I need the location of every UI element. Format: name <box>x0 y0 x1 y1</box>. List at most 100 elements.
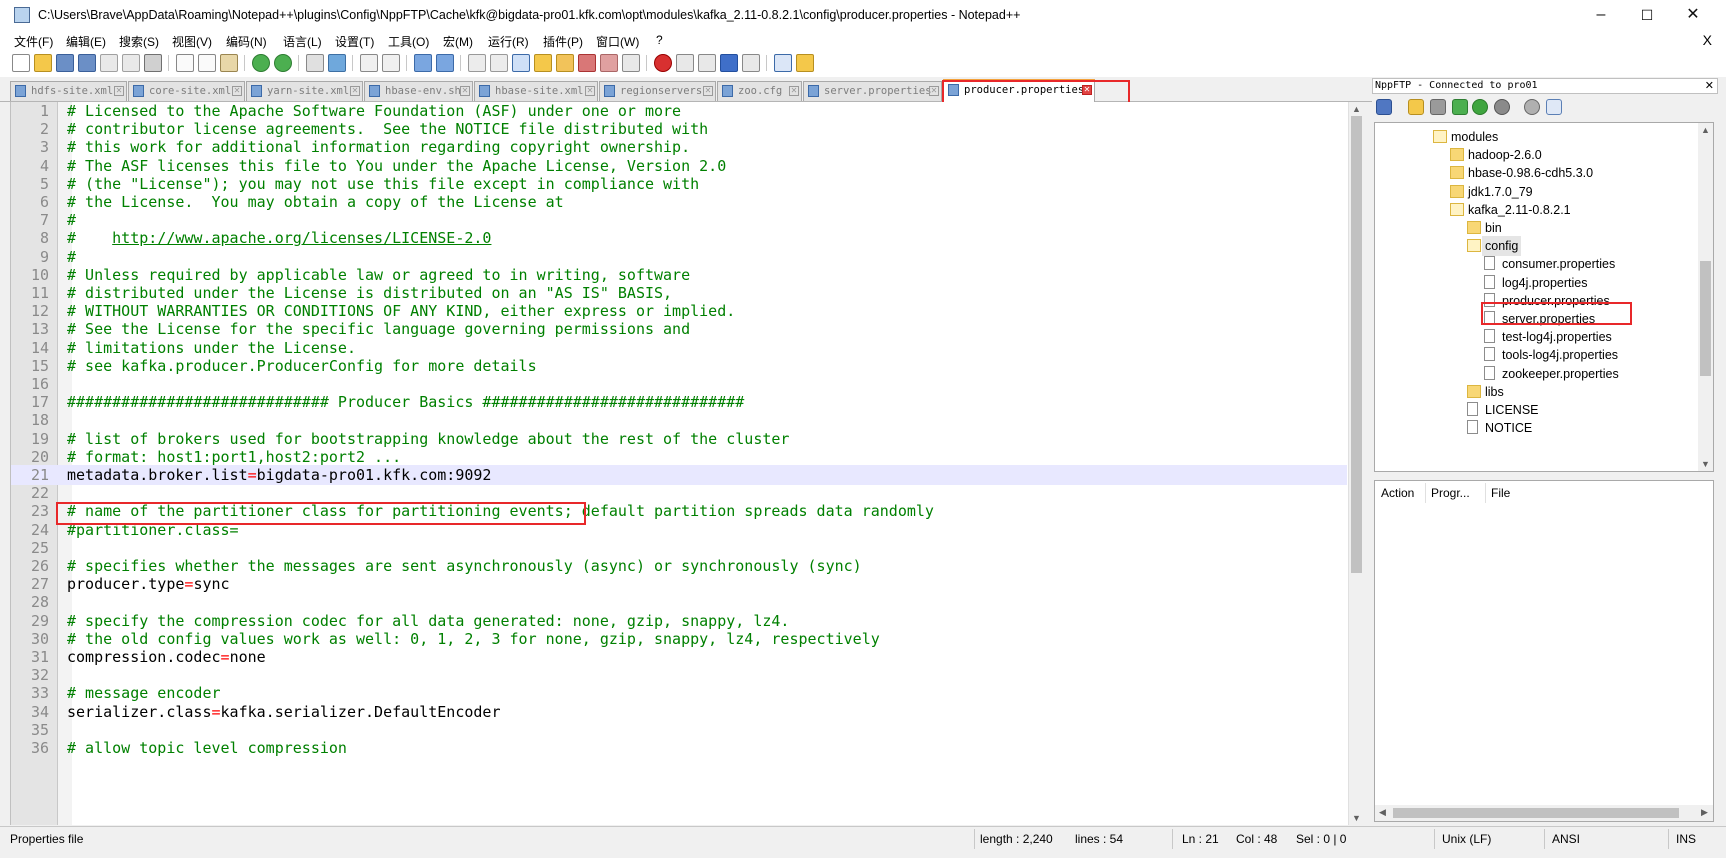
close-tab-icon[interactable]: ✕ <box>350 86 360 96</box>
editor-vertical-scrollbar[interactable]: ▲ ▼ <box>1348 102 1363 825</box>
ftp-file-tree[interactable]: modules hadoop-2.6.0 hbase-0.98.6-cdh5.3.0… <box>1374 122 1714 472</box>
menu-file[interactable]: 文件(F) <box>14 33 53 50</box>
code-line[interactable]: 28 <box>11 592 1347 612</box>
code-line[interactable]: 22 <box>11 483 1347 503</box>
close-document-button[interactable]: X <box>1703 32 1712 48</box>
menu-settings[interactable]: 设置(T) <box>335 33 374 50</box>
tree-vertical-scrollbar[interactable]: ▲ ▼ <box>1698 123 1713 471</box>
save-macro-icon[interactable] <box>742 54 760 72</box>
queue-col-file[interactable]: File <box>1491 486 1510 500</box>
new-file-icon[interactable] <box>12 54 30 72</box>
monitoring-icon[interactable] <box>622 54 640 72</box>
refresh-icon[interactable] <box>1472 99 1488 115</box>
code-line[interactable]: 36 # allow topic level compression <box>11 738 1347 758</box>
close-file-icon[interactable] <box>100 54 118 72</box>
close-tab-icon[interactable]: ✕ <box>789 86 799 96</box>
menu-edit[interactable]: 编辑(E) <box>66 33 106 50</box>
spell-check-icon[interactable] <box>774 54 792 72</box>
queue-col-progress[interactable]: Progr... <box>1431 486 1470 500</box>
tab-hbase-env[interactable]: hbase-env.sh ✕ <box>364 81 473 101</box>
code-line[interactable]: 25 <box>11 538 1347 558</box>
tab-hbase-site[interactable]: hbase-site.xml ✕ <box>474 81 598 101</box>
close-all-icon[interactable] <box>122 54 140 72</box>
code-line[interactable]: 15 # see kafka.producer.ProducerConfig fo… <box>11 356 1347 376</box>
code-line[interactable]: 11 # distributed under the License is dis… <box>11 283 1347 303</box>
find-icon[interactable] <box>306 54 324 72</box>
code-line[interactable]: 13 # See the License for the specific lan… <box>11 319 1347 339</box>
tab-core-site[interactable]: core-site.xml ✕ <box>128 81 245 101</box>
sync-horizontal-icon[interactable] <box>436 54 454 72</box>
code-line[interactable]: 26 # specifies whether the messages are s… <box>11 556 1347 576</box>
code-line[interactable]: 32 <box>11 665 1347 685</box>
scroll-thumb[interactable] <box>1700 261 1711 376</box>
code-line[interactable]: 34 serializer.class=kafka.serializer.Defa… <box>11 702 1347 722</box>
menu-plugins[interactable]: 插件(P) <box>543 33 583 50</box>
message-window-icon[interactable] <box>1546 99 1562 115</box>
menu-window[interactable]: 窗口(W) <box>596 33 639 50</box>
code-line[interactable]: 24 #partitioner.class= <box>11 520 1347 540</box>
show-all-characters-icon[interactable] <box>490 54 508 72</box>
menu-encoding[interactable]: 编码(N) <box>226 33 267 50</box>
code-line[interactable]: 21 metadata.broker.list=bigdata-pro01.kfk… <box>11 465 1347 485</box>
menu-help[interactable]: ? <box>656 33 663 47</box>
queue-col-action[interactable]: Action <box>1381 486 1414 500</box>
status-encoding[interactable]: ANSI <box>1552 832 1580 846</box>
function-list-icon[interactable] <box>578 54 596 72</box>
code-line[interactable]: 31 compression.codec=none <box>11 647 1347 667</box>
code-line[interactable]: 14 # limitations under the License. <box>11 338 1347 358</box>
download-icon[interactable] <box>1430 99 1446 115</box>
code-line[interactable]: 29 # specify the compression codec for al… <box>11 611 1347 631</box>
scroll-thumb[interactable] <box>1351 116 1362 573</box>
maximize-button[interactable]: ☐ <box>1624 0 1670 30</box>
record-macro-icon[interactable] <box>654 54 672 72</box>
nppftp-close-button[interactable]: ✕ <box>1705 79 1714 93</box>
queue-horizontal-scrollbar[interactable]: ◀ ▶ <box>1375 805 1713 821</box>
scroll-down-icon[interactable]: ▼ <box>1701 459 1710 469</box>
replace-icon[interactable] <box>328 54 346 72</box>
user-language-icon[interactable] <box>534 54 552 72</box>
tab-producer-properties[interactable]: producer.properties ✕ <box>943 79 1095 102</box>
close-tab-icon[interactable]: ✕ <box>114 86 124 96</box>
code-line[interactable]: 18 <box>11 410 1347 430</box>
scroll-down-icon[interactable]: ▼ <box>1352 813 1361 823</box>
save-icon[interactable] <box>56 54 74 72</box>
close-tab-icon[interactable]: ✕ <box>460 86 470 96</box>
menu-search[interactable]: 搜索(S) <box>119 33 159 50</box>
run-macro-multiple-icon[interactable] <box>720 54 738 72</box>
status-eol[interactable]: Unix (LF) <box>1442 832 1491 846</box>
code-line[interactable]: 8 # http://www.apache.org/licenses/LICENS… <box>11 228 1347 248</box>
document-map-icon[interactable] <box>556 54 574 72</box>
open-directory-icon[interactable] <box>1408 99 1424 115</box>
paste-icon[interactable] <box>220 54 238 72</box>
menu-tools[interactable]: 工具(O) <box>388 33 429 50</box>
connect-icon[interactable] <box>1376 99 1392 115</box>
code-line[interactable]: 33 # message encoder <box>11 683 1347 703</box>
play-macro-icon[interactable] <box>698 54 716 72</box>
close-tab-icon[interactable]: ✕ <box>703 86 713 96</box>
code-line[interactable]: 4 # The ASF licenses this file to You und… <box>11 156 1347 176</box>
tab-server-properties[interactable]: server.properties ✕ <box>803 81 942 101</box>
code-line[interactable]: 1 # Licensed to the Apache Software Found… <box>11 102 1347 121</box>
print-icon[interactable] <box>144 54 162 72</box>
code-line[interactable]: 5 # (the "License"); you may not use this… <box>11 174 1347 194</box>
code-line[interactable]: 2 # contributor license agreements. See t… <box>11 119 1347 139</box>
code-line[interactable]: 30 # the old config values work as well: … <box>11 629 1347 649</box>
minimize-button[interactable]: – <box>1578 0 1624 30</box>
tab-yarn-site[interactable]: yarn-site.xml ✕ <box>246 81 363 101</box>
scroll-up-icon[interactable]: ▲ <box>1352 104 1361 114</box>
close-window-button[interactable]: ✕ <box>1670 0 1716 30</box>
menu-view[interactable]: 视图(V) <box>172 33 212 50</box>
code-editor[interactable]: 1 # Licensed to the Apache Software Found… <box>10 102 1363 825</box>
code-line[interactable]: 19 # list of brokers used for bootstrappi… <box>11 429 1347 449</box>
copy-icon[interactable] <box>198 54 216 72</box>
close-tab-icon[interactable]: ✕ <box>929 86 939 96</box>
word-wrap-icon[interactable] <box>468 54 486 72</box>
folder-workspace-icon[interactable] <box>600 54 618 72</box>
code-line[interactable]: 35 <box>11 720 1347 740</box>
settings-gear-icon[interactable] <box>1524 99 1540 115</box>
scroll-up-icon[interactable]: ▲ <box>1701 125 1710 135</box>
tab-hdfs-site[interactable]: hdfs-site.xml ✕ <box>10 81 127 101</box>
code-line[interactable]: 12 # WITHOUT WARRANTIES OR CONDITIONS OF … <box>11 301 1347 321</box>
indent-guide-icon[interactable] <box>512 54 530 72</box>
sync-vertical-icon[interactable] <box>414 54 432 72</box>
